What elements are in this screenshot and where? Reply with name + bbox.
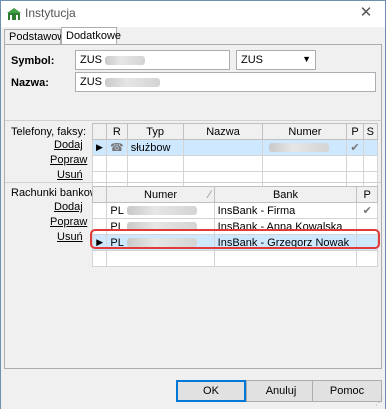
column-header-s[interactable]: S: [362, 123, 379, 140]
accounts-table[interactable]: Numer ⁄ Bank P PL InsBank - Firma ✔ PL In…: [91, 186, 378, 267]
redacted-text: [105, 55, 145, 65]
cancel-button[interactable]: Anuluj: [246, 380, 316, 402]
close-button[interactable]: ✕: [355, 3, 377, 23]
phones-section-label: Telefony, faksy:: [11, 126, 86, 138]
phone-s-cell: [362, 139, 379, 156]
row-indicator-header: [92, 123, 107, 140]
ok-button[interactable]: OK: [176, 380, 246, 402]
symbol-combo[interactable]: ZUS ▼: [236, 50, 316, 70]
title-bar[interactable]: Instytucja ✕: [1, 1, 385, 27]
accounts-add-link[interactable]: Dodaj: [54, 201, 83, 213]
button-bar: OK Anuluj Pomoc ⋰: [1, 370, 385, 409]
phone-primary-check-icon: ✔: [346, 139, 364, 156]
phones-delete-link[interactable]: Usuń: [57, 169, 83, 181]
phone-type-cell: służbow: [126, 139, 184, 156]
phones-edit-link[interactable]: Popraw: [50, 154, 87, 166]
name-field[interactable]: ZUS: [75, 72, 376, 92]
resize-grip-icon[interactable]: ⋰: [375, 398, 383, 407]
table-header-row: R Typ Nazwa Numer P S: [92, 123, 379, 140]
table-row: [92, 155, 379, 172]
symbol-label: Symbol:: [11, 55, 55, 67]
tab-podstawowe[interactable]: Podstawowe: [4, 29, 71, 44]
account-primary-check-icon: ✔: [356, 202, 378, 219]
help-button[interactable]: Pomoc: [312, 380, 382, 402]
column-header-numer[interactable]: Numer: [262, 123, 348, 140]
column-header-r[interactable]: R: [105, 123, 128, 140]
phones-table[interactable]: R Typ Nazwa Numer P S ▶ ☎ służbow ✔: [92, 123, 379, 188]
dialog-window: Instytucja ✕ Podstawowe Dodatkowe Symbol…: [0, 0, 386, 409]
highlight-outline: [90, 229, 380, 249]
institution-icon: [7, 8, 21, 20]
redacted-text: [126, 206, 197, 216]
sort-indicator-icon: ⁄: [208, 188, 211, 201]
account-bank-cell: InsBank - Firma: [213, 202, 358, 219]
table-row: [91, 250, 378, 267]
row-pointer-icon: ▶: [92, 139, 107, 156]
phone-number-cell: [262, 139, 348, 156]
accounts-edit-link[interactable]: Popraw: [50, 216, 87, 228]
column-header-nazwa[interactable]: Nazwa: [182, 123, 264, 140]
divider: [5, 120, 381, 121]
symbol-value: ZUS: [80, 54, 102, 66]
name-label: Nazwa:: [11, 77, 49, 89]
accounts-delete-link[interactable]: Usuń: [57, 231, 83, 243]
column-header-bank[interactable]: Bank: [213, 186, 358, 203]
name-value: ZUS: [80, 76, 102, 88]
phones-add-link[interactable]: Dodaj: [54, 139, 83, 151]
redacted-text: [105, 77, 160, 87]
redacted-text: [269, 143, 330, 153]
table-row[interactable]: PL InsBank - Firma ✔: [91, 202, 378, 219]
tab-dodatkowe[interactable]: Dodatkowe: [61, 27, 121, 45]
tab-panel: Symbol: ZUS ZUS ▼ Nazwa: ZUS Telefony, f…: [4, 44, 382, 369]
phone-icon: ☎: [105, 139, 128, 156]
column-header-p[interactable]: P: [356, 186, 378, 203]
column-header-label: Numer: [144, 188, 178, 201]
row-indicator-header: [91, 186, 108, 203]
phone-name-cell: [182, 139, 264, 156]
divider: [5, 182, 381, 183]
symbol-combo-value: ZUS: [241, 54, 263, 66]
column-header-numer[interactable]: Numer ⁄: [106, 186, 215, 203]
symbol-field[interactable]: ZUS: [75, 50, 230, 70]
column-header-p[interactable]: P: [346, 123, 364, 140]
window-title: Instytucja: [25, 6, 76, 20]
table-row[interactable]: ▶ ☎ służbow ✔: [92, 139, 379, 156]
table-header-row: Numer ⁄ Bank P: [91, 186, 378, 203]
column-header-typ[interactable]: Typ: [126, 123, 184, 140]
chevron-down-icon: ▼: [302, 54, 311, 64]
account-number-cell: PL: [106, 202, 215, 219]
